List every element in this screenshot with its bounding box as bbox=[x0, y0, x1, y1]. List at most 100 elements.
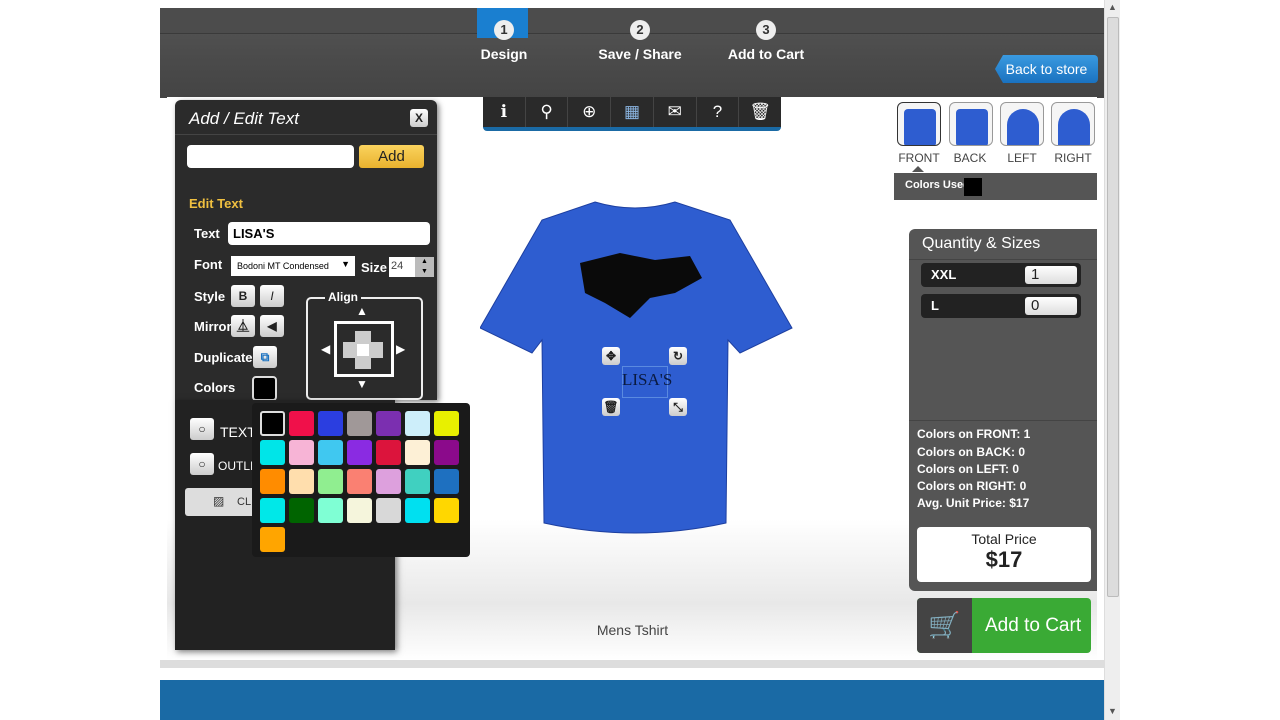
help-icon[interactable]: ? bbox=[697, 97, 740, 127]
color-swatch[interactable] bbox=[405, 498, 430, 523]
colors-back: Colors on BACK: 0 bbox=[917, 445, 1025, 459]
mirror-label: Mirror bbox=[194, 319, 232, 334]
delete-handle-icon[interactable]: 🗑 bbox=[602, 398, 620, 416]
color-swatch[interactable] bbox=[318, 440, 343, 465]
colors-front: Colors on FRONT: 1 bbox=[917, 427, 1031, 441]
color-swatch[interactable] bbox=[289, 498, 314, 523]
avg-unit-price: Avg. Unit Price: $17 bbox=[917, 496, 1030, 510]
mirror-vertical-icon[interactable]: ◀ bbox=[260, 315, 284, 337]
color-swatch[interactable] bbox=[347, 469, 372, 494]
bold-button[interactable]: B bbox=[231, 285, 255, 307]
color-swatch[interactable] bbox=[405, 411, 430, 436]
color-swatch[interactable] bbox=[318, 411, 343, 436]
view-left-label: LEFT bbox=[1007, 151, 1037, 165]
add-to-cart-button[interactable]: 🛒 Add to Cart bbox=[917, 598, 1091, 653]
resize-handle-icon[interactable]: ⤡ bbox=[669, 398, 687, 416]
align-right-icon[interactable]: ▶ bbox=[396, 342, 405, 356]
mirror-horizontal-icon[interactable]: ⏅ bbox=[231, 315, 255, 337]
step-add-to-cart[interactable]: 3 Add to Cart bbox=[706, 20, 826, 62]
view-right[interactable] bbox=[1051, 102, 1095, 146]
view-front[interactable] bbox=[897, 102, 941, 146]
email-icon[interactable]: ✉ bbox=[654, 97, 697, 127]
color-swatch[interactable] bbox=[260, 527, 285, 552]
color-swatch[interactable] bbox=[289, 469, 314, 494]
color-swatch[interactable] bbox=[434, 411, 459, 436]
color-swatch[interactable] bbox=[434, 469, 459, 494]
cart-icon: 🛒 bbox=[917, 598, 972, 653]
step-design[interactable]: 1 Design bbox=[444, 20, 564, 62]
color-swatch[interactable] bbox=[376, 469, 401, 494]
size-row-l: L0 bbox=[921, 294, 1081, 318]
stage-frame bbox=[160, 660, 1105, 668]
scrollbar[interactable]: ▲ ▼ bbox=[1104, 0, 1120, 720]
info-icon[interactable]: ℹ bbox=[483, 97, 526, 127]
back-to-store-button[interactable]: Back to store bbox=[995, 55, 1098, 83]
align-label: Align bbox=[325, 290, 361, 304]
close-button[interactable]: X bbox=[410, 109, 428, 127]
size-stepper[interactable]: ▲ ▼ bbox=[415, 257, 434, 277]
color-swatch[interactable] bbox=[260, 469, 285, 494]
color-swatch[interactable] bbox=[434, 440, 459, 465]
color-swatch[interactable] bbox=[318, 469, 343, 494]
add-edit-text-panel: Add / Edit Text X Add Edit Text Text LIS… bbox=[175, 100, 437, 401]
style-label: Style bbox=[194, 289, 226, 304]
align-bottom-icon[interactable]: ▼ bbox=[356, 377, 368, 391]
view-left[interactable] bbox=[1000, 102, 1044, 146]
align-top-icon[interactable]: ▲ bbox=[356, 304, 368, 318]
tshirt-thumbnail bbox=[956, 109, 988, 145]
color-swatch[interactable] bbox=[347, 498, 372, 523]
color-swatch[interactable] bbox=[260, 440, 285, 465]
font-select[interactable]: Bodoni MT Condensed ▼ bbox=[231, 256, 355, 276]
view-front-label: FRONT bbox=[898, 151, 940, 165]
color-swatch[interactable] bbox=[376, 411, 401, 436]
total-value: $17 bbox=[985, 547, 1023, 572]
align-control[interactable]: Align ▲ ▼ ◀ ▶ bbox=[306, 290, 423, 400]
move-handle-icon[interactable]: ✥ bbox=[602, 347, 620, 365]
view-back[interactable] bbox=[949, 102, 993, 146]
new-text-input[interactable] bbox=[187, 145, 354, 168]
italic-button[interactable]: I bbox=[260, 285, 284, 307]
view-right-label: RIGHT bbox=[1054, 151, 1092, 165]
rotate-handle-icon[interactable]: ↻ bbox=[669, 347, 687, 365]
duplicate-icon[interactable]: ⧉ bbox=[253, 346, 277, 368]
panel-title: Add / Edit Text bbox=[189, 109, 299, 128]
color-swatch[interactable] bbox=[347, 440, 372, 465]
color-swatch[interactable] bbox=[405, 440, 430, 465]
color-swatch[interactable] bbox=[260, 498, 285, 523]
outline-radio[interactable]: ○ bbox=[190, 453, 214, 475]
color-swatch[interactable] bbox=[376, 440, 401, 465]
text-input[interactable]: LISA'S bbox=[228, 222, 430, 245]
chevron-down-icon: ▼ bbox=[341, 259, 350, 269]
duplicate-label: Duplicate bbox=[194, 350, 253, 365]
text-shape-radio[interactable]: ○ bbox=[190, 418, 214, 440]
text-label: Text bbox=[194, 226, 220, 241]
font-label: Font bbox=[194, 257, 223, 272]
image-icon: ▨ bbox=[213, 494, 225, 508]
color-swatch[interactable] bbox=[405, 469, 430, 494]
add-text-button[interactable]: Add bbox=[359, 145, 424, 168]
quantity-title: Quantity & Sizes bbox=[922, 235, 1041, 252]
color-picker-button[interactable] bbox=[252, 376, 277, 401]
color-swatch[interactable] bbox=[318, 498, 343, 523]
color-swatch[interactable] bbox=[260, 411, 285, 436]
color-swatch[interactable] bbox=[376, 498, 401, 523]
align-left-icon[interactable]: ◀ bbox=[321, 342, 330, 356]
design-text[interactable]: LISA'S bbox=[622, 370, 672, 390]
colors-label: Colors bbox=[194, 380, 236, 395]
size-input[interactable]: 24 bbox=[389, 257, 415, 277]
color-swatch[interactable] bbox=[434, 498, 459, 523]
color-swatch[interactable] bbox=[289, 411, 314, 436]
color-swatch[interactable] bbox=[289, 440, 314, 465]
save-icon[interactable]: ▦ bbox=[611, 97, 654, 127]
zoom-in-icon[interactable]: ⊕ bbox=[568, 97, 612, 127]
trash-icon[interactable]: 🗑 bbox=[739, 97, 781, 127]
qty-input-xxl[interactable]: 1 bbox=[1025, 266, 1077, 284]
design-toolbar: ℹ ⚲ ⊕ ▦ ✉ ? 🗑 bbox=[483, 97, 781, 131]
qty-input-l[interactable]: 0 bbox=[1025, 297, 1077, 315]
color-swatch[interactable] bbox=[347, 411, 372, 436]
view-pointer bbox=[912, 166, 924, 172]
search-icon[interactable]: ⚲ bbox=[526, 97, 569, 127]
colors-right: Colors on RIGHT: 0 bbox=[917, 479, 1027, 493]
step-save-share[interactable]: 2 Save / Share bbox=[580, 20, 700, 62]
total-label: Total Price bbox=[971, 531, 1037, 547]
